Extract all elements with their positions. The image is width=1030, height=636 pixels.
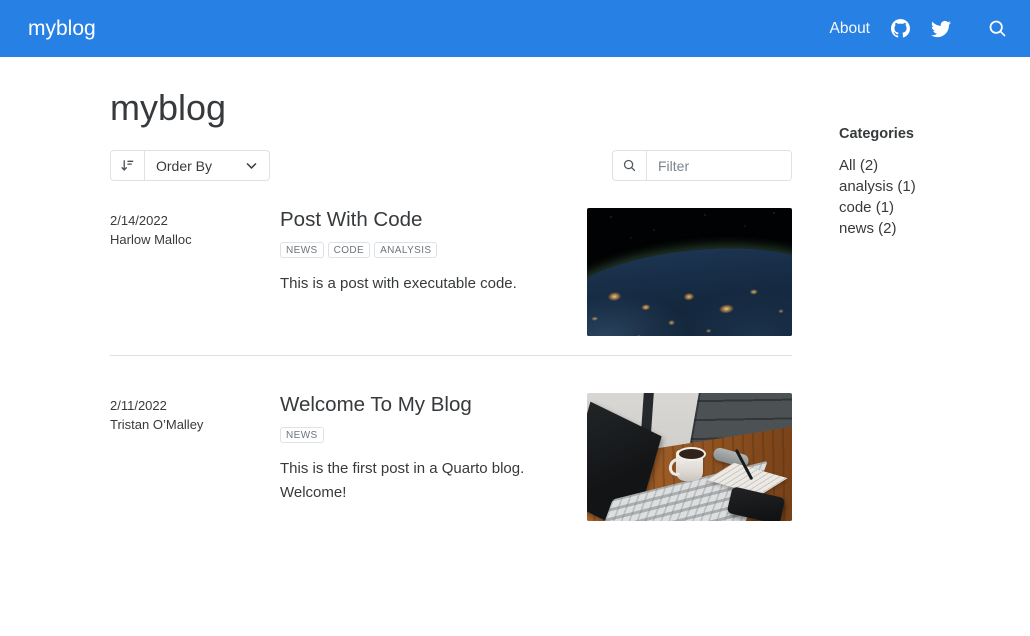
post-description: This is the first post in a Quarto blog.… — [280, 457, 563, 505]
category-news[interactable]: news (2) — [839, 218, 1019, 239]
post-thumbnail-earth[interactable] — [587, 208, 792, 336]
post-tags: NEWS CODE ANALYSIS — [280, 242, 563, 258]
category-all[interactable]: All (2) — [839, 155, 1019, 176]
tag-code[interactable]: CODE — [328, 242, 371, 258]
nav-link-about[interactable]: About — [829, 20, 870, 38]
post-date: 2/14/2022 — [110, 211, 280, 230]
post-body: Post With Code NEWS CODE ANALYSIS This i… — [280, 208, 587, 336]
post-meta: 2/14/2022 Harlow Malloc — [110, 208, 280, 336]
post-meta: 2/11/2022 Tristan O’Malley — [110, 393, 280, 521]
filter-input[interactable] — [647, 151, 791, 180]
coffee-mug — [676, 450, 703, 481]
post-date: 2/11/2022 — [110, 396, 280, 415]
tag-news[interactable]: NEWS — [280, 242, 324, 258]
categories-sidebar: Categories All (2) analysis (1) code (1)… — [839, 57, 1019, 521]
listing-main: myblog Order By — [110, 57, 792, 521]
order-by-control[interactable]: Order By — [110, 150, 270, 181]
navbar-right: About — [829, 18, 1008, 39]
post-divider — [110, 355, 792, 356]
github-icon[interactable] — [891, 19, 910, 38]
post-listing-item: 2/14/2022 Harlow Malloc Post With Code N… — [110, 208, 792, 336]
post-title-link[interactable]: Post With Code — [280, 208, 563, 233]
filter-search-icon — [613, 151, 647, 180]
post-tags: NEWS — [280, 427, 563, 443]
post-title-link[interactable]: Welcome To My Blog — [280, 393, 563, 418]
city-lights — [587, 235, 792, 336]
categories-list: All (2) analysis (1) code (1) news (2) — [839, 155, 1019, 239]
chevron-down-icon — [245, 159, 258, 172]
post-author: Harlow Malloc — [110, 230, 280, 249]
search-icon[interactable] — [987, 18, 1008, 39]
post-thumbnail-desk[interactable] — [587, 393, 792, 521]
tag-analysis[interactable]: ANALYSIS — [374, 242, 437, 258]
page-container: myblog Order By — [0, 57, 1030, 521]
categories-title: Categories — [839, 126, 1019, 142]
post-author: Tristan O’Malley — [110, 415, 280, 434]
twitter-icon[interactable] — [931, 19, 951, 39]
order-by-select[interactable]: Order By — [145, 151, 269, 180]
navbar: myblog About — [0, 0, 1030, 57]
post-description: This is a post with executable code. — [280, 272, 563, 296]
filter-control — [612, 150, 792, 181]
post-listing-item: 2/11/2022 Tristan O’Malley Welcome To My… — [110, 393, 792, 521]
page-title: myblog — [110, 86, 792, 129]
tag-news[interactable]: NEWS — [280, 427, 324, 443]
listing-controls: Order By — [110, 150, 792, 181]
category-analysis[interactable]: analysis (1) — [839, 176, 1019, 197]
category-code[interactable]: code (1) — [839, 197, 1019, 218]
order-by-label: Order By — [156, 158, 212, 174]
sort-icon — [111, 151, 145, 180]
navbar-brand[interactable]: myblog — [28, 17, 96, 41]
post-body: Welcome To My Blog NEWS This is the firs… — [280, 393, 587, 521]
earth-image — [587, 235, 792, 336]
